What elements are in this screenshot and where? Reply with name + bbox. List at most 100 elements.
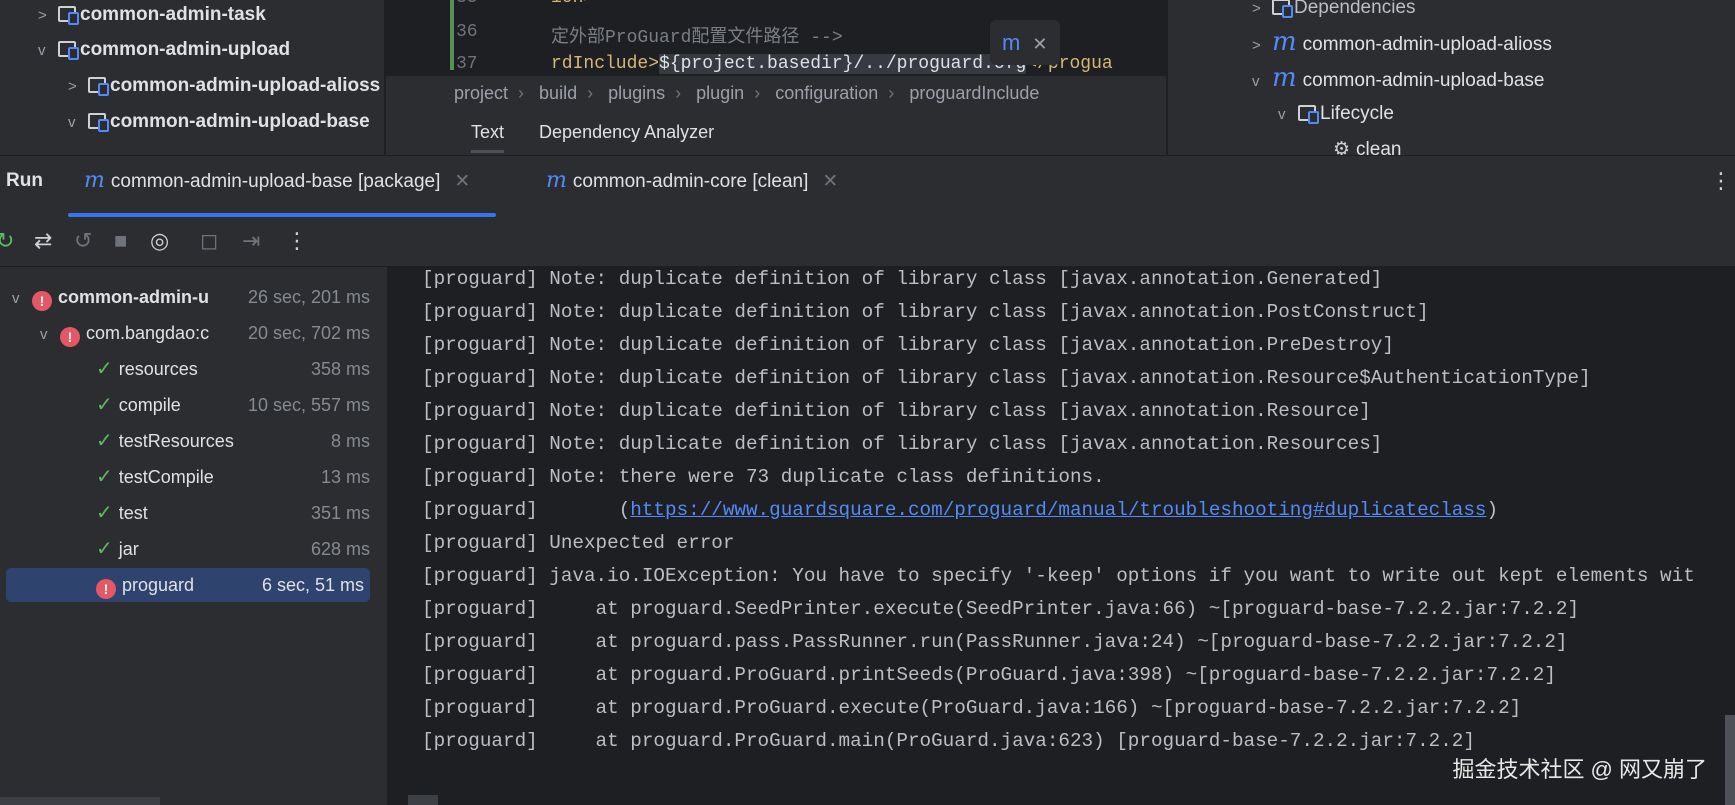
tab-text[interactable]: Text (471, 122, 505, 153)
project-node[interactable]: > common-admin-task (38, 0, 266, 33)
error-icon: ! (60, 327, 80, 347)
project-node[interactable]: > common-admin-upload-alioss (68, 68, 380, 104)
rerun-icon[interactable]: ↻ (0, 228, 14, 254)
console-line: [proguard] Unexpected error (422, 532, 735, 554)
breadcrumb: project › build › plugins › plugin › configu… (386, 76, 1166, 110)
breadcrumb-item[interactable]: configuration (775, 83, 878, 103)
tree-row[interactable]: ✓ jar 628 ms (6, 532, 370, 566)
console-line: [proguard] Note: there were 73 duplicate… (422, 466, 1105, 488)
chevron-down-icon[interactable]: v (40, 318, 60, 352)
console-output[interactable]: [proguard] Note: duplicate definition of… (390, 267, 1735, 805)
console-line: [proguard] at proguard.ProGuard.execute(… (422, 697, 1522, 719)
maven-node[interactable]: v Lifecycle (1278, 96, 1394, 132)
check-icon: ✓ (96, 466, 113, 488)
project-tree-panel: > common-admin-task v common-admin-upload … (0, 0, 385, 155)
console-text: [proguard] ( (422, 499, 631, 521)
tree-row[interactable]: ✓ resources 358 ms (6, 352, 370, 386)
more-options-icon[interactable]: ⋮ (1710, 168, 1732, 194)
maven-node[interactable]: > m common-admin-upload-alioss (1252, 24, 1552, 60)
maven-icon: m (84, 168, 105, 193)
console-line: [proguard] at proguard.SeedPrinter.execu… (422, 598, 1580, 620)
console-line: [proguard] Note: duplicate definition of… (422, 367, 1591, 389)
project-node[interactable]: v common-admin-upload-base (68, 104, 370, 140)
vertical-scrollbar[interactable] (1725, 715, 1735, 805)
close-tab-icon[interactable]: ✕ (822, 171, 838, 192)
maven-panel: > Dependencies > m common-admin-upload-alio… (1168, 0, 1735, 160)
breadcrumb-item[interactable]: plugins (608, 83, 665, 103)
breadcrumb-item[interactable]: project (454, 83, 508, 103)
editor-tabs: Text Dependency Analyzer (386, 110, 1166, 155)
tree-row[interactable]: ✓ compile 10 sec, 557 ms (6, 388, 370, 422)
horizontal-scrollbar[interactable] (408, 795, 438, 805)
chevron-down-icon[interactable]: v (1278, 97, 1298, 133)
maven-node[interactable]: v m common-admin-upload-base (1252, 60, 1545, 96)
maven-module-icon: m (1272, 63, 1297, 93)
breadcrumb-item[interactable]: proguardInclude (909, 83, 1039, 103)
run-tab-clean[interactable]: m common-admin-core [clean] ✕ (546, 168, 838, 193)
line-number: 36 (456, 22, 478, 42)
tree-row[interactable]: v! com.bangdao:c 20 sec, 702 ms (6, 316, 370, 350)
module-folder-icon (58, 41, 79, 60)
chevron-down-icon[interactable]: v (1252, 64, 1272, 100)
chevron-right-icon[interactable]: > (38, 0, 58, 34)
tree-row[interactable]: ✓ test 351 ms (6, 496, 370, 530)
console-line: [proguard] (https://www.guardsquare.com/… (422, 494, 1498, 527)
console-line: [proguard] Note: duplicate definition of… (422, 301, 1429, 323)
maven-module-icon: m (1272, 27, 1297, 57)
console-line: [proguard] at proguard.ProGuard.main(Pro… (422, 730, 1475, 752)
error-icon: ! (96, 579, 116, 599)
tab-dependency-analyzer[interactable]: Dependency Analyzer (539, 122, 714, 142)
close-tab-icon[interactable]: ✕ (454, 171, 470, 192)
restart-icon[interactable]: ↺ (74, 228, 92, 254)
tree-row[interactable]: ✓ testResources 8 ms (6, 424, 370, 458)
tree-row-selected[interactable]: ! proguard 6 sec, 51 ms (6, 568, 370, 602)
code-line: 定外部ProGuard配置文件路径 --> (551, 28, 843, 48)
console-line: [proguard] Note: duplicate definition of… (422, 334, 1394, 356)
chevron-right-icon[interactable]: > (1252, 28, 1272, 64)
watermark: 掘金技术社区 @ 网又崩了 (1452, 757, 1707, 782)
close-icon[interactable]: ✕ (1032, 34, 1047, 54)
maven-reload-popup[interactable]: m ✕ (990, 20, 1060, 65)
run-tab-package[interactable]: m common-admin-upload-base [package] ✕ (84, 168, 470, 193)
camera-icon[interactable]: ◻ (200, 228, 218, 254)
chevron-down-icon[interactable]: v (68, 105, 88, 141)
check-icon: ✓ (96, 394, 113, 416)
run-title: Run (6, 170, 43, 191)
chevron-right-icon[interactable]: > (68, 69, 88, 105)
code-token: rdInclude> (551, 54, 660, 74)
more-icon[interactable]: ⋮ (286, 228, 308, 254)
check-icon: ✓ (96, 502, 113, 524)
check-icon: ✓ (96, 430, 113, 452)
breadcrumb-item[interactable]: build (539, 83, 577, 103)
console-line: [proguard] at proguard.ProGuard.printSee… (422, 664, 1556, 686)
console-line: [proguard] Note: duplicate definition of… (422, 268, 1383, 290)
troubleshooting-link[interactable]: https://www.guardsquare.com/proguard/man… (630, 499, 1486, 521)
check-icon: ✓ (96, 538, 113, 560)
breadcrumb-item[interactable]: plugin (696, 83, 744, 103)
console-line: [proguard] java.io.IOException: You have… (422, 565, 1695, 587)
chevron-down-icon[interactable]: v (12, 282, 32, 316)
dependencies-icon (1272, 0, 1293, 18)
console-text: ) (1486, 499, 1499, 521)
maven-icon: m (546, 168, 567, 193)
line-number: 35 (456, 0, 478, 8)
console-line: [proguard] at proguard.pass.PassRunner.r… (422, 631, 1568, 653)
tree-row[interactable]: ✓ testCompile 13 ms (6, 460, 370, 494)
line-number: 37 (456, 54, 478, 74)
rerun-failed-icon[interactable]: ⇄ (34, 228, 52, 254)
horizontal-scrollbar[interactable] (0, 797, 160, 805)
console-line: [proguard] Note: duplicate definition of… (422, 400, 1371, 422)
error-icon: ! (32, 291, 52, 311)
build-tree: v! common-admin-u 26 sec, 201 ms v! com.ban… (0, 267, 388, 805)
maven-reload-icon[interactable]: m (1002, 30, 1020, 55)
exit-icon[interactable]: ⇥ (242, 228, 260, 254)
code-line: ion> (551, 0, 594, 8)
view-options-icon[interactable]: ◎ (150, 228, 169, 254)
module-folder-icon (88, 113, 109, 132)
vcs-change-marker (450, 0, 454, 70)
stop-icon[interactable]: ■ (114, 228, 127, 254)
project-node[interactable]: v common-admin-upload (38, 32, 290, 68)
chevron-down-icon[interactable]: v (38, 33, 58, 69)
tree-row[interactable]: v! common-admin-u 26 sec, 201 ms (6, 280, 370, 314)
maven-node[interactable]: > Dependencies (1252, 0, 1415, 26)
